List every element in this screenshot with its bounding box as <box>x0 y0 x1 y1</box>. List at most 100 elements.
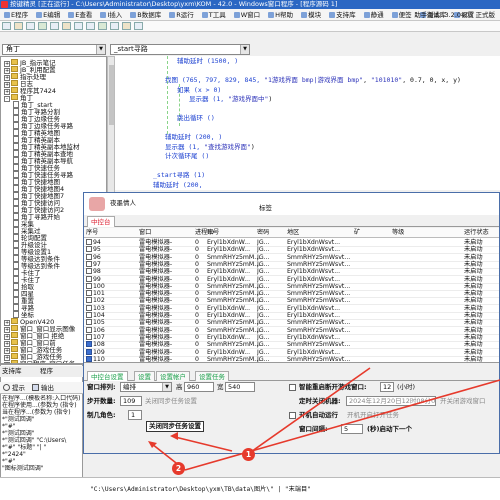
row-checkbox[interactable] <box>86 297 92 304</box>
chevron-down-icon[interactable]: ▼ <box>162 383 171 391</box>
code-line[interactable]: 计次循环尾 () <box>165 152 209 161</box>
menu-item[interactable]: I插入 <box>96 9 126 20</box>
row-checkbox[interactable] <box>86 268 92 275</box>
code-line[interactable]: _start寻路 (1) <box>153 171 205 180</box>
debug-button[interactable] <box>134 22 143 30</box>
output-button[interactable]: 输出 <box>41 383 54 393</box>
code-line[interactable]: 显示器 (1, "查找游戏界面") <box>165 143 255 152</box>
column-header[interactable]: 序号 <box>86 228 98 238</box>
code-line[interactable]: 如果 (x > 0) <box>177 86 221 95</box>
code-line[interactable]: 找图 (765, 797, 829, 845, "1游戏界面 bmp|游戏界面 … <box>165 76 461 85</box>
window-sort-select[interactable]: 编排 ▼ <box>120 382 172 392</box>
menu-item[interactable]: W窗口 <box>230 9 264 20</box>
code-line[interactable]: 辅助延时 (1500, ) <box>177 57 238 66</box>
menu-item[interactable]: B数据库 <box>126 9 165 20</box>
tab-console[interactable]: 中控台 <box>87 216 115 227</box>
menu-item[interactable]: R运行 <box>165 9 198 20</box>
paste-button[interactable] <box>86 22 95 30</box>
row-checkbox[interactable] <box>86 282 92 289</box>
row-checkbox[interactable] <box>86 275 92 282</box>
menu-item[interactable]: 静通 <box>360 9 388 20</box>
scrollbar-thumb[interactable] <box>109 65 114 125</box>
row-checkbox[interactable] <box>86 312 92 318</box>
table-cell: SmmRHYz5mM... <box>207 355 260 362</box>
row-checkbox[interactable] <box>86 253 92 260</box>
angle-input[interactable]: 1 <box>128 410 142 420</box>
menu-item[interactable]: 模块 <box>297 9 325 20</box>
hint-button[interactable]: 提示 <box>12 383 25 393</box>
output-icon[interactable] <box>32 384 39 391</box>
tab-tasks[interactable]: 设置任务 <box>195 371 229 381</box>
column-header[interactable]: 密码 <box>257 228 269 238</box>
menu-item[interactable]: 支持库 <box>325 9 360 20</box>
procedure-combo-value: _start寻路 <box>114 45 148 53</box>
tab-accounts[interactable]: 设置帐户 <box>156 371 190 381</box>
row-checkbox[interactable] <box>86 260 92 267</box>
hint-icon[interactable] <box>3 384 10 391</box>
column-header[interactable]: 运行状态 <box>464 228 489 238</box>
step-count-input[interactable]: 109 <box>120 396 142 406</box>
table-row[interactable]: 110 雷电模拟器- 0 SmmRHYz5mM... JG... SmmRHYz5mWsv… <box>84 355 499 362</box>
width-input[interactable]: 960 <box>184 382 214 392</box>
row-checkbox[interactable] <box>86 348 92 355</box>
row-checkbox[interactable] <box>86 326 92 333</box>
menu-item[interactable]: E查看 <box>64 9 96 20</box>
window-interval-input[interactable]: 5 <box>341 424 363 434</box>
save-button[interactable] <box>26 22 35 30</box>
tab-program[interactable]: 程序 <box>40 367 53 376</box>
stop-button[interactable] <box>50 22 59 30</box>
menu-item[interactable]: H帮助 <box>264 9 297 20</box>
timer-input[interactable]: 2024年12月20日12时08分09秒 <box>346 396 436 406</box>
row-checkbox[interactable] <box>86 304 92 311</box>
code-line[interactable]: 跳出循环 () <box>177 114 215 123</box>
column-header[interactable]: 账号 <box>207 228 219 238</box>
row-checkbox[interactable] <box>86 246 92 253</box>
column-header[interactable]: 等级 <box>392 228 404 238</box>
code-token: 显示器 (1, <box>189 95 229 103</box>
new-file-button[interactable] <box>2 22 11 30</box>
autorun-checkbox[interactable] <box>289 412 296 419</box>
cut-button[interactable] <box>62 22 71 30</box>
code-line[interactable]: 显示器 (1, "游戏界面中") <box>189 95 272 104</box>
tab-library[interactable]: 支持库 <box>2 367 22 376</box>
column-header[interactable]: 矿 <box>354 228 360 238</box>
column-header[interactable]: 窗口 <box>139 228 151 238</box>
code-line[interactable]: 辅助延时 (200, <box>153 181 202 190</box>
tab-settings[interactable]: 设置 <box>134 371 155 381</box>
find-button[interactable] <box>122 22 131 30</box>
row-checkbox[interactable] <box>86 290 92 297</box>
undo-button[interactable] <box>98 22 107 30</box>
code-editor[interactable]: 辅助延时 (1500, ) 找图 (765, 797, 829, 845, "1游… <box>115 56 500 190</box>
row-checkbox[interactable] <box>86 355 92 362</box>
row-checkbox[interactable] <box>86 333 92 340</box>
column-header[interactable]: 地区 <box>287 228 299 238</box>
height-input[interactable]: 540 <box>225 382 255 392</box>
menu-icon <box>268 12 275 18</box>
restart-input[interactable]: 12 <box>380 382 394 392</box>
folder-icon <box>11 80 18 86</box>
procedure-combo[interactable]: _start寻路 ▼ <box>110 44 250 55</box>
version-info: 助手版本: 3.2.0407 正式版 <box>414 9 500 20</box>
autorun-label: 开机自动运行 <box>299 411 338 419</box>
redo-button[interactable] <box>110 22 119 30</box>
expand-icon[interactable]: - <box>4 96 10 102</box>
tab-console-settings[interactable]: 中控台设置 <box>87 371 128 381</box>
code-line[interactable]: 辅助延时 (200, ) <box>165 133 222 142</box>
copy-button[interactable] <box>74 22 83 30</box>
dialog-header: 夜墨情人 标签 <box>84 193 499 215</box>
run-button[interactable] <box>38 22 47 30</box>
open-file-button[interactable] <box>14 22 23 30</box>
document-icon <box>13 206 19 213</box>
menu-item[interactable]: T工具 <box>198 9 230 20</box>
row-checkbox[interactable] <box>86 341 92 348</box>
row-checkbox[interactable] <box>86 239 92 245</box>
object-combo[interactable]: 角丁 ▼ <box>2 44 106 55</box>
row-checkbox[interactable] <box>86 319 92 326</box>
menu-item[interactable]: E编辑 <box>32 9 64 20</box>
folder-icon <box>11 94 18 100</box>
menu-item[interactable]: 便签 <box>388 9 416 20</box>
chevron-down-icon[interactable]: ▼ <box>96 45 105 54</box>
menu-item[interactable]: E程序 <box>0 9 32 20</box>
chevron-down-icon[interactable]: ▼ <box>240 45 249 54</box>
restart-checkbox[interactable] <box>289 384 296 391</box>
